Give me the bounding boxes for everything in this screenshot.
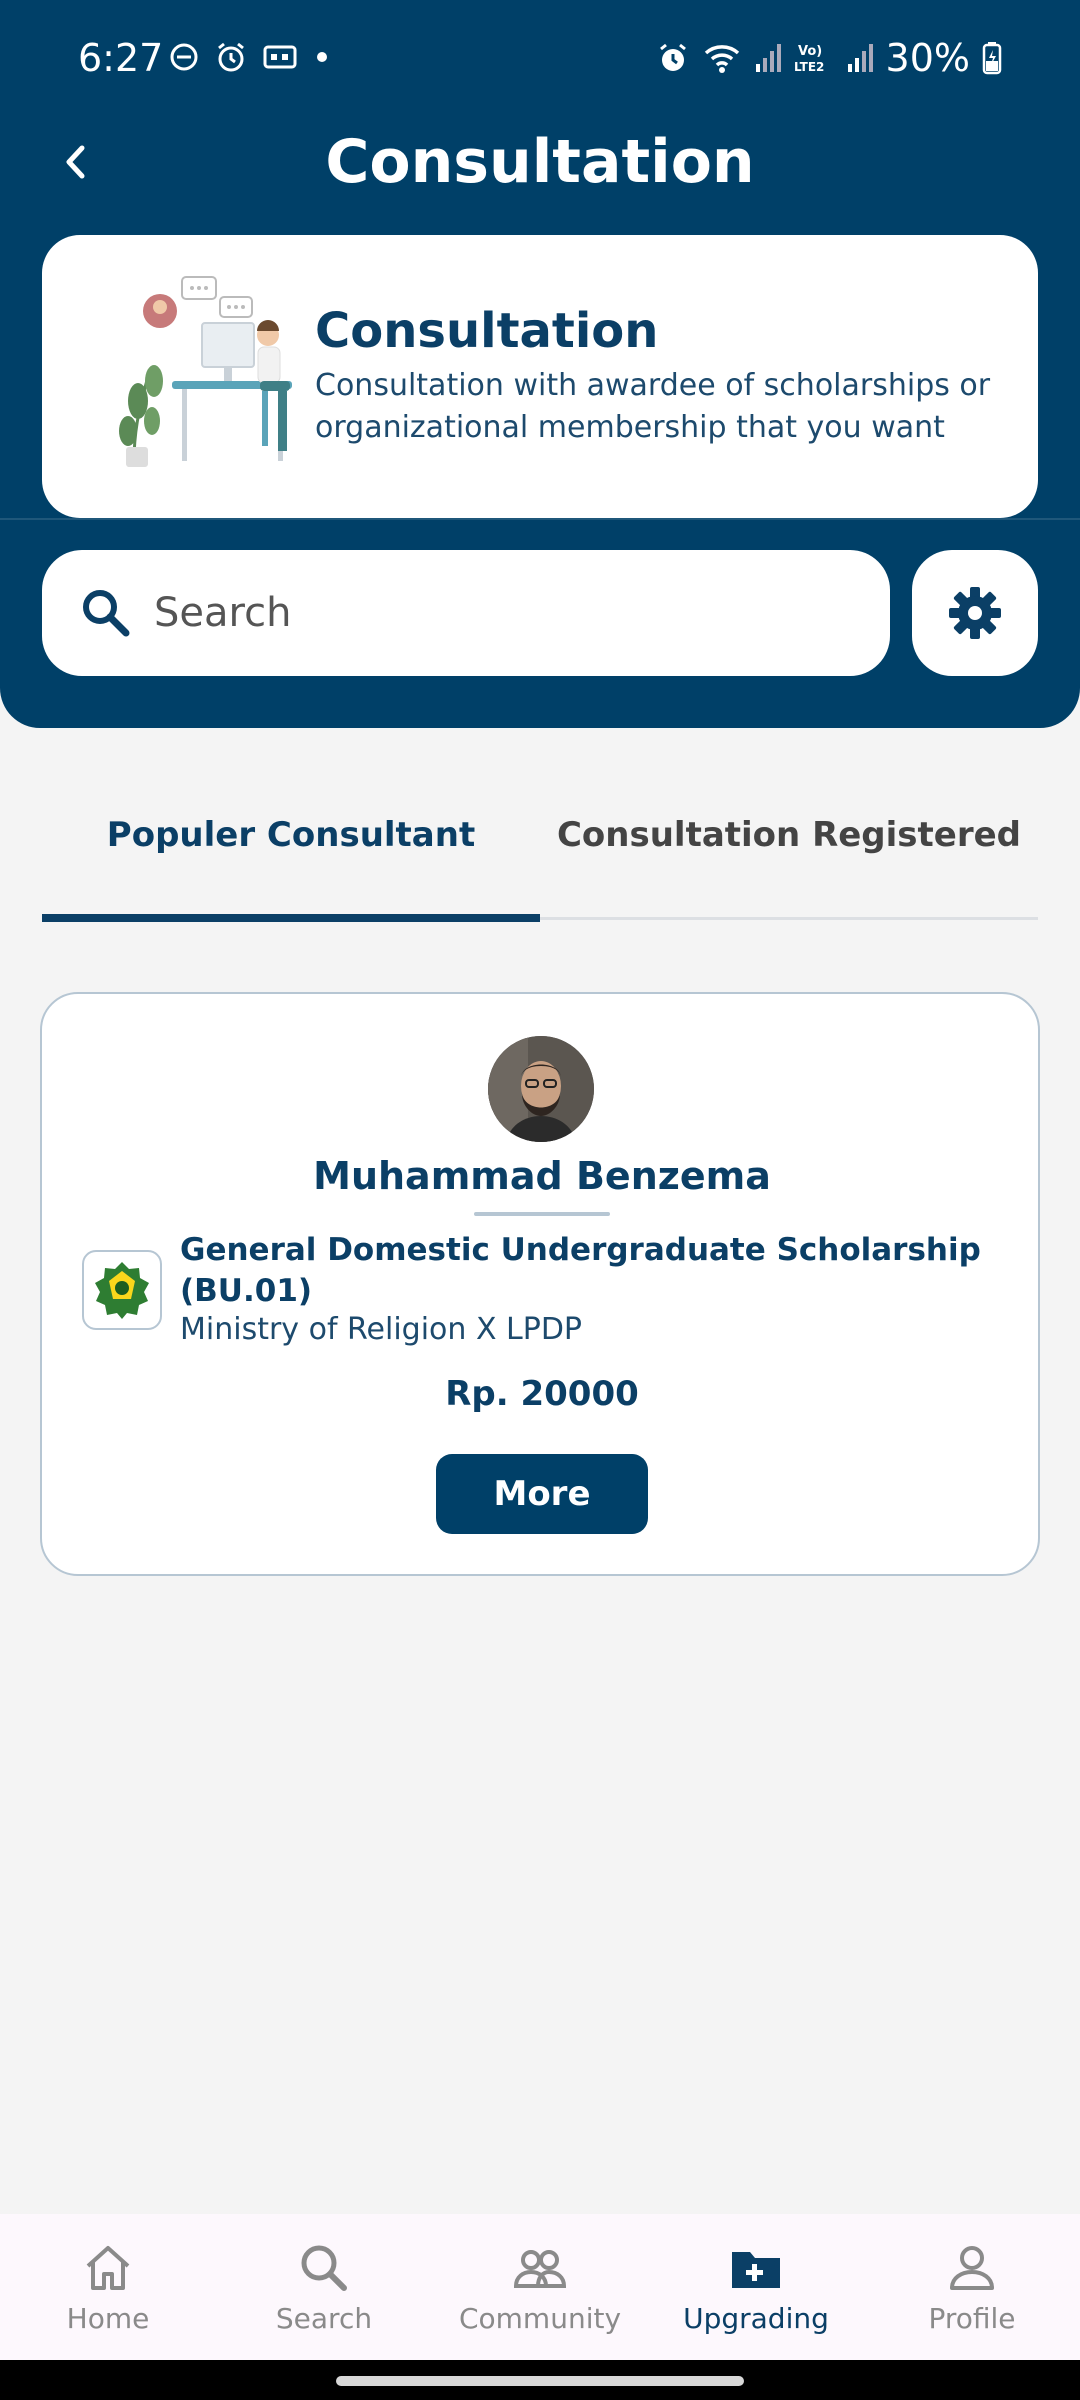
gesture-area [0,2360,1080,2400]
status-bar: 6:27 Vo) LTE2 30% [0,0,1080,120]
volte-icon: Vo)LTE2 [794,44,824,74]
community-icon [513,2249,567,2288]
nav-profile[interactable]: Profile [864,2214,1080,2360]
status-right-icons: Vo) LTE2 30% [656,36,1002,80]
nav-search-label: Search [275,2301,373,2335]
consultation-price: Rp. 20000 [445,1374,639,1414]
signal-icon [847,44,873,72]
nav-search[interactable]: Search [216,2214,432,2360]
nav-community-label: Community [458,2301,622,2335]
consultant-name: Muhammad Benzema [313,1154,771,1198]
search-icon [83,590,130,637]
folder-plus-icon [732,2251,780,2288]
header-divider [0,518,1080,520]
wifi-icon [704,45,739,73]
active-tab-indicator [42,914,540,922]
more-button[interactable]: More [436,1454,648,1534]
signal-icon [755,44,781,72]
nav-home[interactable]: Home [0,2214,216,2360]
hero-card: Consultation Consultation with awardee o… [42,235,1038,518]
nav-profile-label: Profile [928,2301,1016,2335]
filter-settings-button[interactable] [912,550,1038,676]
dot-icon [317,52,327,62]
dnd-icon [170,43,198,71]
home-gesture-bar[interactable] [336,2376,744,2386]
alarm-icon [659,43,686,71]
avatar [488,1036,594,1142]
organization-logo [82,1250,162,1330]
tab-consultation-registered[interactable]: Consultation Registered [540,760,1038,910]
search-input[interactable] [154,590,854,636]
status-left-icons [168,40,332,74]
hero-title: Consultation [315,303,659,359]
scholarship-name: General Domestic Undergraduate Scholarsh… [180,1232,981,1309]
consultation-tabs: Populer Consultant Consultation Register… [42,760,1038,922]
search-icon [301,2245,347,2291]
alarm-icon [218,42,244,72]
consultation-illustration-icon [119,276,292,467]
organization-name: Ministry of Religion X LPDP [180,1312,583,1347]
battery-percent: 30% [885,36,970,80]
svg-text:Vo): Vo) [798,44,822,59]
nav-home-label: Home [66,2301,150,2335]
page-title: Consultation [325,127,755,197]
nav-community[interactable]: Community [432,2214,648,2360]
battery-icon [982,42,1002,75]
tab-populer-consultant[interactable]: Populer Consultant [42,760,540,910]
ministry-emblem-icon [95,1262,149,1319]
cast-icon [263,45,297,69]
consultant-card[interactable]: Muhammad Benzema General Domestic Underg… [40,992,1040,1576]
status-time: 6:27 [78,36,164,80]
bottom-navigation: Home Search Community Upgrading Profile [0,2214,1080,2360]
search-box[interactable] [42,550,890,676]
svg-text:LTE2: LTE2 [794,60,824,74]
profile-icon [950,2245,994,2290]
hero-description: Consultation with awardee of scholarship… [315,368,991,445]
nav-upgrading[interactable]: Upgrading [648,2214,864,2360]
nav-upgrading-label: Upgrading [683,2301,829,2335]
name-separator [474,1212,610,1216]
home-icon [86,2245,130,2290]
gear-icon [949,587,1001,639]
